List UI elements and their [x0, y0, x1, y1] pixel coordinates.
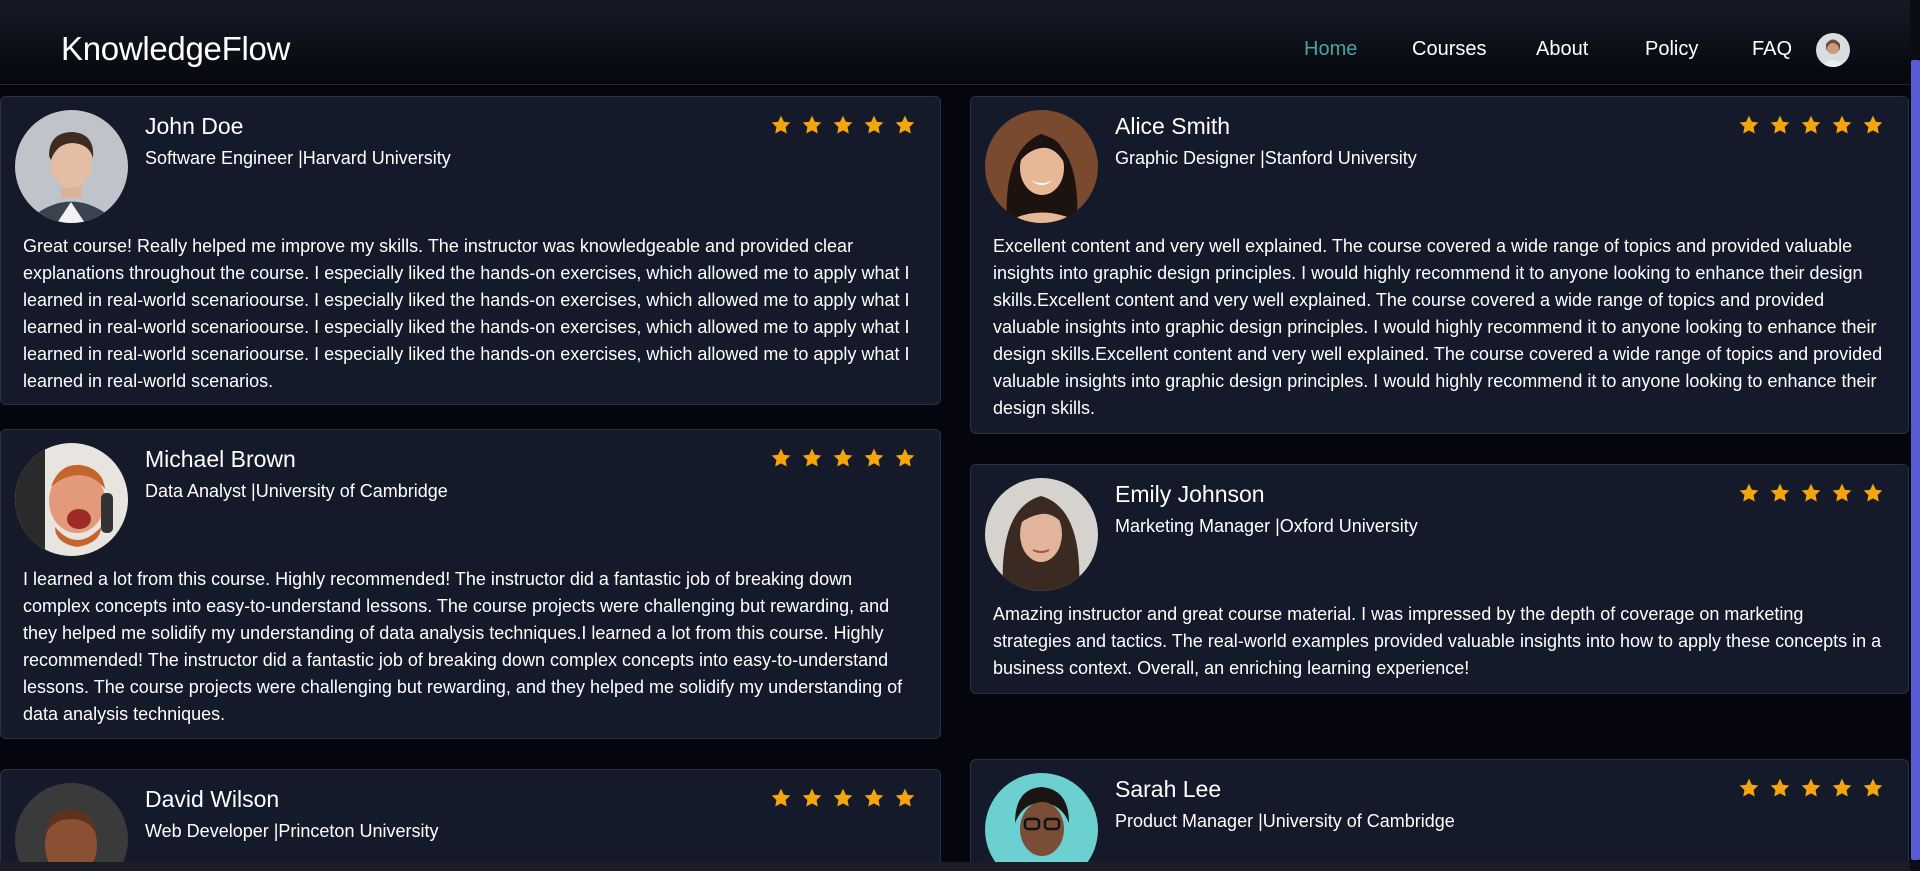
star-icon: [1863, 778, 1883, 797]
star-icon: [1863, 483, 1883, 502]
review-text: Amazing instructor and great course mate…: [993, 604, 1882, 678]
review-text: Excellent content and very well explaine…: [993, 236, 1883, 418]
brand-logo[interactable]: KnowledgeFlow: [61, 30, 290, 68]
reviewer-role: Data Analyst |University of Cambridge: [145, 481, 448, 501]
testimonial-card: Alice Smith Graphic Designer |Stanford U…: [970, 96, 1909, 434]
star-icon: [1739, 778, 1759, 797]
reviewer-name: Sarah Lee: [1115, 776, 1222, 802]
reviewer-avatar: [15, 783, 128, 871]
star-icon: [833, 788, 853, 807]
star-rating: [770, 114, 916, 136]
reviewer-avatar: [15, 443, 128, 556]
star-icon: [771, 115, 791, 134]
user-avatar-image: [1816, 33, 1850, 67]
star-icon: [895, 788, 915, 807]
nav-about-link[interactable]: About: [1536, 38, 1588, 61]
reviewer-avatar: [985, 110, 1098, 223]
review-text: Great course! Really helped me improve m…: [23, 236, 910, 391]
scrollbar-thumb[interactable]: [1911, 60, 1920, 860]
star-icon: [771, 788, 791, 807]
star-icon: [864, 115, 884, 134]
star-icon: [802, 115, 822, 134]
star-icon: [1832, 483, 1852, 502]
star-icon: [1770, 778, 1790, 797]
top-navbar: KnowledgeFlow Home Courses About Policy …: [0, 0, 1910, 85]
reviewer-role: Web Developer |Princeton University: [145, 821, 439, 841]
star-icon: [864, 788, 884, 807]
star-icon: [833, 115, 853, 134]
reviewer-role: Product Manager |University of Cambridge: [1115, 811, 1455, 831]
star-rating: [1738, 114, 1884, 136]
reviewer-name: Michael Brown: [145, 446, 296, 472]
page: KnowledgeFlow Home Courses About Policy …: [0, 0, 1920, 871]
star-icon: [895, 115, 915, 134]
reviewer-role: Graphic Designer |Stanford University: [1115, 148, 1417, 168]
star-rating: [770, 787, 916, 809]
reviewer-name: Emily Johnson: [1115, 481, 1265, 507]
bottom-edge: [0, 862, 1910, 871]
star-icon: [1739, 483, 1759, 502]
nav-faq-link[interactable]: FAQ: [1752, 38, 1792, 61]
reviewer-name: John Doe: [145, 113, 244, 139]
star-rating: [770, 447, 916, 469]
star-icon: [1832, 115, 1852, 134]
star-icon: [895, 448, 915, 467]
star-icon: [833, 448, 853, 467]
testimonial-card: Michael Brown Data Analyst |University o…: [0, 429, 941, 739]
star-icon: [864, 448, 884, 467]
reviewer-avatar: [15, 110, 128, 223]
star-icon: [1770, 483, 1790, 502]
star-icon: [1801, 778, 1821, 797]
star-icon: [1801, 483, 1821, 502]
star-rating: [1738, 777, 1884, 799]
reviewer-name: David Wilson: [145, 786, 280, 812]
star-icon: [1832, 778, 1852, 797]
reviewer-role: Marketing Manager |Oxford University: [1115, 516, 1418, 536]
nav-courses-link[interactable]: Courses: [1412, 38, 1486, 61]
star-icon: [1739, 115, 1759, 134]
star-rating: [1738, 482, 1884, 504]
testimonial-card: Emily Johnson Marketing Manager |Oxford …: [970, 464, 1909, 694]
reviewer-role: Software Engineer |Harvard University: [145, 148, 451, 168]
star-icon: [771, 448, 791, 467]
testimonial-card: John Doe Software Engineer |Harvard Univ…: [0, 96, 941, 405]
reviewer-avatar: [985, 478, 1098, 591]
star-icon: [1770, 115, 1790, 134]
star-icon: [1801, 115, 1821, 134]
star-icon: [802, 788, 822, 807]
reviewer-name: Alice Smith: [1115, 113, 1231, 139]
nav-policy-link[interactable]: Policy: [1645, 38, 1698, 61]
testimonial-card: Sarah Lee Product Manager |University of…: [970, 759, 1909, 871]
review-text: I learned a lot from this course. Highly…: [23, 569, 903, 724]
star-icon: [802, 448, 822, 467]
user-avatar[interactable]: [1816, 33, 1850, 67]
reviewer-avatar: [985, 773, 1098, 871]
testimonial-card: David Wilson Web Developer |Princeton Un…: [0, 769, 941, 871]
star-icon: [1863, 115, 1883, 134]
nav-home-link[interactable]: Home: [1304, 38, 1357, 61]
